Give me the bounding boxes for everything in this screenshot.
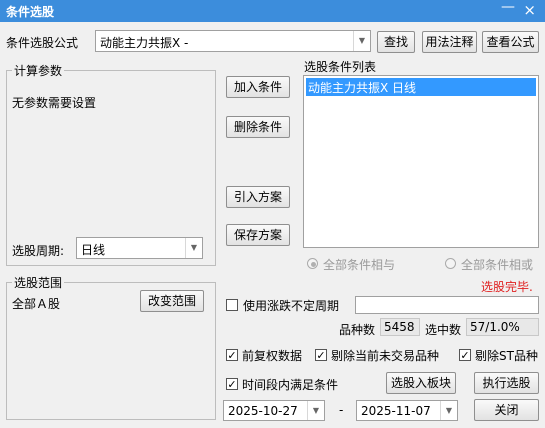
params-note: 无参数需要设置: [12, 96, 97, 110]
exclude-untraded-label: 剔除当前未交易品种: [331, 349, 440, 363]
exclude-st-label: 剔除ST品种: [475, 349, 538, 363]
date-separator: -: [339, 403, 344, 417]
total-count-value: 5458: [384, 320, 415, 334]
total-count-box: 5458: [380, 318, 420, 336]
chevron-down-icon[interactable]: ▼: [353, 31, 370, 51]
fq-label: 前复权数据: [242, 349, 303, 363]
add-condition-button[interactable]: 加入条件: [226, 76, 290, 98]
params-group-title: 计算参数: [12, 62, 65, 79]
fq-checkbox[interactable]: ✓: [226, 349, 238, 361]
conditions-list[interactable]: 动能主力共振X 日线: [303, 75, 539, 248]
exclude-untraded-checkbox[interactable]: ✓: [315, 349, 327, 361]
save-plan-button[interactable]: 保存方案: [226, 224, 290, 246]
volatile-period-label: 使用涨跌不定周期: [243, 299, 340, 313]
and-radio-label: 全部条件相与: [323, 258, 396, 272]
find-button[interactable]: 查找: [377, 31, 415, 53]
and-radio[interactable]: [307, 258, 318, 269]
date-from-value: 2025-10-27: [228, 404, 298, 418]
scope-value: 全部Ａ股: [12, 297, 61, 311]
conditions-title: 选股条件列表: [304, 60, 377, 74]
chevron-down-icon[interactable]: ▼: [440, 401, 457, 420]
period-label: 选股周期:: [12, 244, 65, 258]
formula-select[interactable]: 动能主力共振X - ▼: [95, 30, 371, 52]
or-radio-label: 全部条件相或: [461, 258, 534, 272]
close-button[interactable]: 关闭: [474, 399, 539, 421]
change-scope-button[interactable]: 改变范围: [140, 290, 204, 312]
chevron-down-icon[interactable]: ▼: [307, 401, 324, 420]
volatile-period-checkbox[interactable]: [226, 299, 238, 311]
period-condition-checkbox[interactable]: ✓: [226, 378, 238, 390]
period-condition-label: 时间段内满足条件: [242, 378, 339, 392]
formula-value: 动能主力共振X -: [100, 36, 189, 50]
hit-count-value: 57/1.0%: [470, 320, 520, 334]
hit-count-label: 选中数: [425, 323, 462, 337]
list-item[interactable]: 动能主力共振X 日线: [306, 78, 536, 96]
window-title: 条件选股: [6, 5, 55, 19]
hit-count-box: 57/1.0%: [466, 318, 539, 336]
period-select[interactable]: 日线 ▼: [76, 237, 203, 259]
to-block-button[interactable]: 选股入板块: [386, 372, 456, 394]
import-plan-button[interactable]: 引入方案: [226, 186, 290, 208]
minimize-icon[interactable]: —: [501, 0, 515, 15]
or-radio[interactable]: [445, 258, 456, 269]
usage-note-button[interactable]: 用法注释: [422, 31, 477, 53]
scope-group-title: 选股范围: [12, 274, 65, 291]
status-text: 选股完毕.: [481, 280, 533, 294]
total-count-label: 品种数: [339, 323, 376, 337]
volatile-period-input[interactable]: [355, 296, 539, 314]
chevron-down-icon[interactable]: ▼: [185, 238, 202, 258]
close-icon[interactable]: ×: [523, 1, 536, 19]
view-formula-button[interactable]: 查看公式: [482, 31, 539, 53]
date-from-picker[interactable]: 2025-10-27 ▼: [223, 400, 325, 421]
run-selection-button[interactable]: 执行选股: [474, 372, 539, 394]
period-value: 日线: [81, 243, 106, 257]
date-to-picker[interactable]: 2025-11-07 ▼: [356, 400, 458, 421]
title-bar: 条件选股 — ×: [0, 0, 545, 22]
exclude-st-checkbox[interactable]: ✓: [459, 349, 471, 361]
formula-label: 条件选股公式: [6, 36, 79, 50]
condition-item-label: 动能主力共振X 日线: [308, 81, 417, 95]
delete-condition-button[interactable]: 删除条件: [226, 116, 290, 138]
date-to-value: 2025-11-07: [361, 404, 431, 418]
